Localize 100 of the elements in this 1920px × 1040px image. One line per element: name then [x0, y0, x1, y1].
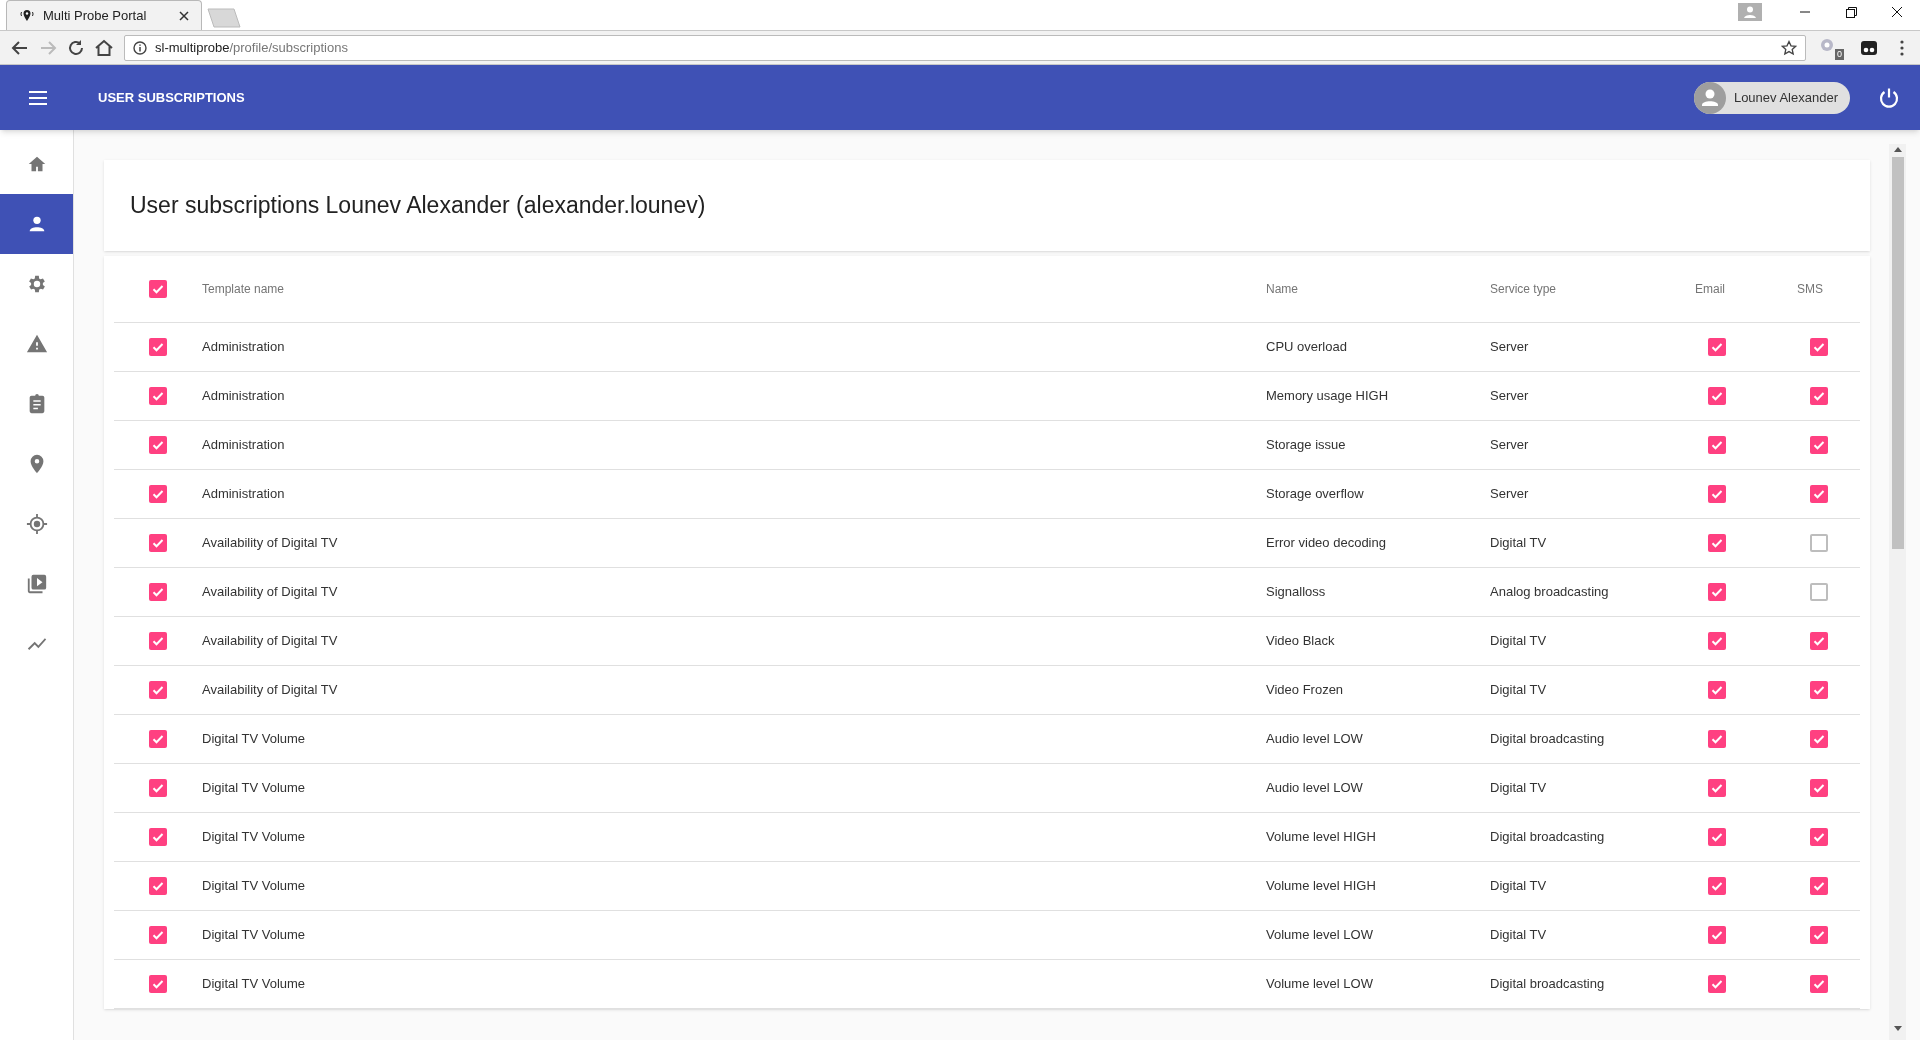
- table-cell-text: Digital broadcasting: [1490, 730, 1606, 749]
- checkbox[interactable]: [149, 583, 167, 601]
- column-header: Email: [1694, 281, 1726, 298]
- power-icon[interactable]: [1878, 86, 1900, 109]
- table-cell-text: Signalloss: [1266, 583, 1327, 602]
- table-cell-text: Digital TV Volume: [202, 779, 307, 798]
- table-cell-text: Digital TV Volume: [202, 828, 307, 847]
- table-cell-text: Volume level LOW: [1266, 926, 1374, 945]
- checkbox[interactable]: [1810, 338, 1828, 356]
- table-cell-text: Storage overflow: [1266, 485, 1365, 504]
- address-field[interactable]: sl-multiprobe/profile/subscriptions: [124, 34, 1806, 61]
- table-cell-text: Server: [1490, 338, 1530, 357]
- checkbox[interactable]: [1708, 975, 1726, 993]
- table-cell-text: Server: [1490, 485, 1530, 504]
- column-header: SMS: [1796, 281, 1824, 298]
- sidebar-item[interactable]: [0, 254, 73, 314]
- table-cell-text: Digital TV: [1490, 681, 1548, 700]
- checkbox[interactable]: [149, 828, 167, 846]
- column-header: Service type: [1490, 281, 1558, 298]
- checkbox[interactable]: [1708, 779, 1726, 797]
- tab-title: Multi Probe Portal: [43, 6, 148, 25]
- sidebar-item[interactable]: [0, 194, 73, 254]
- checkbox[interactable]: [1810, 877, 1828, 895]
- table-cell-text: Audio level LOW: [1266, 779, 1364, 798]
- info-icon: [133, 40, 147, 55]
- checkbox[interactable]: [149, 436, 167, 454]
- scroll-down-icon: [1893, 1026, 1902, 1032]
- table-cell-text: Availability of Digital TV: [202, 534, 339, 553]
- checkbox[interactable]: [1708, 730, 1726, 748]
- app-bar-title: USER SUBSCRIPTIONS: [98, 88, 245, 107]
- checkbox[interactable]: [1810, 926, 1828, 944]
- table-cell-text: Availability of Digital TV: [202, 632, 339, 651]
- menu-icon[interactable]: [28, 89, 48, 106]
- checkbox[interactable]: [1810, 485, 1828, 503]
- table-cell-text: Digital TV Volume: [202, 926, 307, 945]
- table-cell-text: Digital TV: [1490, 926, 1548, 945]
- checkbox[interactable]: [149, 975, 167, 993]
- table-cell-text: Digital broadcasting: [1490, 975, 1606, 994]
- checkbox[interactable]: [1810, 534, 1828, 552]
- checkbox[interactable]: [149, 485, 167, 503]
- scroll-up-icon: [1893, 146, 1902, 152]
- table-cell-text: Digital TV Volume: [202, 877, 307, 896]
- crosshair-icon: [25, 513, 48, 535]
- checkbox[interactable]: [1810, 387, 1828, 405]
- checkbox[interactable]: [1708, 828, 1726, 846]
- checkbox[interactable]: [1810, 681, 1828, 699]
- checkbox[interactable]: [149, 534, 167, 552]
- column-header: Name: [1266, 281, 1299, 298]
- checkbox[interactable]: [1810, 436, 1828, 454]
- checkbox[interactable]: [1810, 779, 1828, 797]
- checkbox[interactable]: [1708, 338, 1726, 356]
- checkbox[interactable]: [149, 730, 167, 748]
- checkbox[interactable]: [149, 632, 167, 650]
- table-cell-text: Volume level HIGH: [1266, 828, 1377, 847]
- checkbox[interactable]: [1708, 583, 1726, 601]
- browser-tab[interactable]: Multi Probe Portal: [6, 0, 202, 30]
- table-cell-text: Digital TV: [1490, 779, 1548, 798]
- checkbox[interactable]: [149, 280, 167, 298]
- table-cell-text: Availability of Digital TV: [202, 681, 339, 700]
- extension-button[interactable]: 0: [1818, 35, 1846, 60]
- checkbox[interactable]: [149, 926, 167, 944]
- table-cell-text: Video Frozen: [1266, 681, 1345, 700]
- pin-icon: [19, 8, 35, 23]
- checkbox[interactable]: [1708, 436, 1726, 454]
- badge-count: 0: [1835, 48, 1844, 60]
- checkbox[interactable]: [1708, 485, 1726, 503]
- checkbox[interactable]: [1708, 387, 1726, 405]
- table-cell-text: Error video decoding: [1266, 534, 1387, 553]
- checkbox[interactable]: [149, 338, 167, 356]
- table-cell-text: Administration: [202, 338, 286, 357]
- sidebar-item[interactable]: [0, 134, 73, 194]
- checkbox[interactable]: [1708, 681, 1726, 699]
- table-cell-text: Administration: [202, 387, 286, 406]
- checkbox[interactable]: [1708, 632, 1726, 650]
- checkbox[interactable]: [1810, 730, 1828, 748]
- checkbox[interactable]: [1810, 975, 1828, 993]
- checkbox[interactable]: [1810, 828, 1828, 846]
- user-chip[interactable]: Lounev Alexander: [1693, 81, 1850, 114]
- checkbox[interactable]: [149, 681, 167, 699]
- checkbox[interactable]: [1708, 877, 1726, 895]
- checkbox[interactable]: [149, 387, 167, 405]
- warning-icon: [25, 333, 48, 355]
- star-icon[interactable]: [1781, 39, 1797, 56]
- video-library-icon: [25, 573, 48, 595]
- checkbox[interactable]: [1810, 632, 1828, 650]
- profile-icon[interactable]: [1738, 3, 1762, 21]
- table-cell-text: Administration: [202, 436, 286, 455]
- page-title: User subscriptions Lounev Alexander (alexander.lounev): [130, 191, 706, 221]
- checkbox[interactable]: [149, 779, 167, 797]
- checkbox[interactable]: [1708, 534, 1726, 552]
- checkbox[interactable]: [1708, 926, 1726, 944]
- url-text: sl-multiprobe/profile/subscriptions: [155, 38, 349, 57]
- checkbox[interactable]: [1810, 583, 1828, 601]
- close-icon[interactable]: [179, 10, 189, 21]
- table-cell-text: Digital TV Volume: [202, 730, 307, 749]
- table-cell-text: Digital broadcasting: [1490, 828, 1606, 847]
- scrollbar[interactable]: [1889, 144, 1906, 1040]
- new-tab-button[interactable]: [206, 8, 242, 28]
- checkbox[interactable]: [149, 877, 167, 895]
- table-cell-text: Volume level LOW: [1266, 975, 1374, 994]
